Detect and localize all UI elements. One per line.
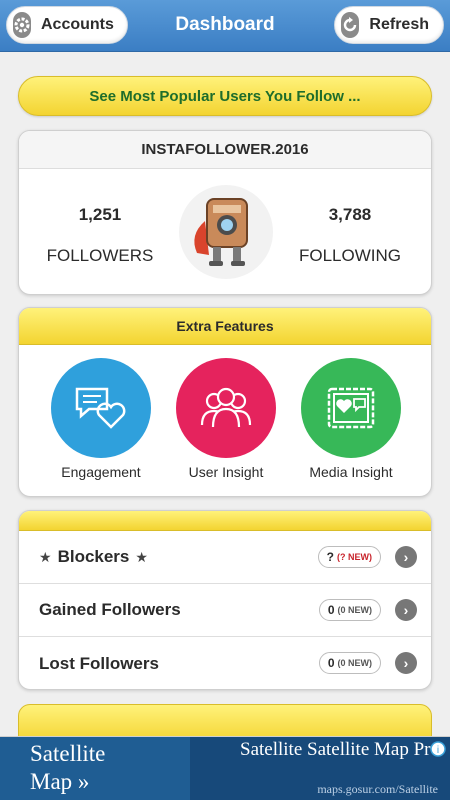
profile-card: INSTAFOLLOWER.2016 1,251 FOLLOWERS 3,788… (18, 130, 432, 295)
following-label[interactable]: FOLLOWING (285, 246, 415, 266)
count-badge: ? (? NEW) (317, 546, 381, 568)
feature-user-insight-label: User Insight (188, 464, 264, 480)
list-item-lost-followers[interactable]: Lost Followers 0 (0 NEW) › (19, 637, 431, 689)
badge-new: (0 NEW) (337, 658, 373, 668)
list-item-gained-followers[interactable]: Gained Followers 0 (0 NEW) › (19, 584, 431, 637)
chevron-right-icon[interactable]: › (395, 546, 417, 568)
picture-heart-icon (301, 358, 401, 458)
avatar (179, 185, 273, 279)
list-item-label: Lost Followers (39, 653, 159, 673)
feature-user-insight[interactable]: User Insight (161, 358, 291, 480)
profile-username: INSTAFOLLOWER.2016 (19, 131, 431, 169)
refresh-button[interactable]: Refresh (334, 6, 444, 44)
badge-new: (0 NEW) (337, 605, 373, 615)
ad-choices-icon[interactable]: i (430, 741, 446, 757)
badge-count: ? (326, 550, 334, 564)
ad-url: maps.gosur.com/Satellite (317, 782, 438, 796)
chevron-right-icon[interactable]: › (395, 599, 417, 621)
followers-label[interactable]: FOLLOWERS (35, 246, 165, 266)
ad-banner[interactable]: Satellite Map » Satellite Satellite Map … (0, 736, 450, 800)
list-item-blockers[interactable]: ★ Blockers ★ ? (? NEW) › (19, 531, 431, 584)
feature-engagement[interactable]: Engagement (36, 358, 166, 480)
badge-count: 0 (327, 656, 335, 670)
extra-features-card: Extra Features Engagement User Insight M… (18, 307, 432, 497)
list-card-header (19, 511, 431, 531)
users-icon (176, 358, 276, 458)
list-item-label: Gained Followers (39, 600, 181, 619)
extra-features-title: Extra Features (19, 308, 431, 345)
top-bar: Accounts Dashboard Refresh (0, 0, 450, 52)
chevron-right-icon[interactable]: › (395, 652, 417, 674)
chat-heart-icon (51, 358, 151, 458)
feature-engagement-label: Engagement (61, 464, 141, 480)
refresh-icon (341, 12, 360, 38)
ad-right-panel[interactable]: Satellite Satellite Map Pro maps.gosur.c… (190, 737, 450, 800)
ad-left-line1: Satellite (30, 741, 106, 766)
star-icon: ★ (135, 548, 148, 565)
popular-users-banner[interactable]: See Most Popular Users You Follow ... (18, 76, 432, 116)
svg-text:i: i (437, 745, 439, 756)
following-count[interactable]: 3,788 (285, 205, 415, 225)
count-badge: 0 (0 NEW) (318, 599, 381, 621)
star-icon: ★ (39, 548, 52, 565)
stats-list-card: ★ Blockers ★ ? (? NEW) › Gained Follower… (18, 510, 432, 690)
ad-left-line2: Map » (30, 769, 90, 794)
badge-count: 0 (327, 603, 335, 617)
feature-media-insight[interactable]: Media Insight (286, 358, 416, 480)
feature-media-insight-label: Media Insight (309, 464, 393, 480)
ad-title: Satellite Satellite Map Pro (240, 739, 440, 760)
ad-left-panel[interactable]: Satellite Map » (0, 737, 190, 800)
badge-new: (? NEW) (337, 552, 372, 562)
followers-count[interactable]: 1,251 (35, 205, 165, 225)
popular-users-text: See Most Popular Users You Follow ... (89, 87, 361, 105)
list-item-label: Blockers (57, 547, 130, 566)
count-badge: 0 (0 NEW) (318, 652, 381, 674)
refresh-label: Refresh (369, 16, 429, 33)
